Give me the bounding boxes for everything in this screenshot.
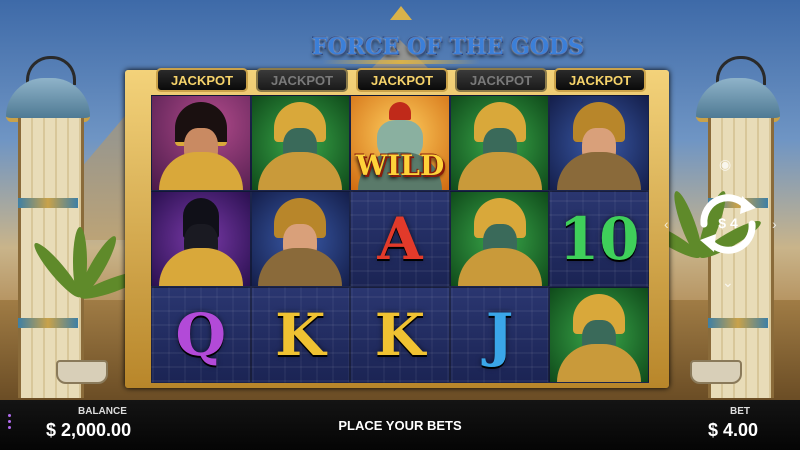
- symbol-letter-k: K: [250, 287, 351, 383]
- chevron-left-icon[interactable]: ‹: [664, 216, 669, 232]
- symbol-warrior-woman: [250, 191, 351, 287]
- symbol-letter-q: Q: [151, 287, 251, 383]
- chevron-down-icon[interactable]: ⌄: [722, 274, 734, 291]
- letter-10: 10: [558, 205, 640, 273]
- game-logo: FORCE OF THE GODS: [312, 6, 584, 64]
- jackpot-2[interactable]: JACKPOT: [256, 68, 348, 92]
- autoplay-count: $ 4: [718, 215, 738, 231]
- letter-q: Q: [175, 301, 227, 369]
- symbol-green-god: [250, 95, 351, 191]
- symbol-ten: 10: [549, 191, 649, 287]
- symbol-falcon-wild: WILD: [350, 95, 450, 191]
- letter-k: K: [374, 301, 426, 369]
- symbol-green-god: [449, 191, 550, 287]
- left-pillar: [6, 56, 90, 398]
- reel-grid: WILD A 10 Q K K J: [151, 95, 649, 383]
- symbol-warrior-woman: [549, 95, 649, 191]
- symbol-letter-k: K: [350, 287, 450, 383]
- symbol-letter-j: J: [449, 287, 550, 383]
- letter-j: J: [485, 301, 514, 369]
- symbol-anubis: [151, 191, 251, 287]
- symbol-queen: [151, 95, 251, 191]
- symbol-green-god: [449, 95, 550, 191]
- jackpot-5[interactable]: JACKPOT: [554, 68, 646, 92]
- menu-icon[interactable]: [8, 414, 12, 432]
- balance-label: BALANCE: [78, 406, 127, 417]
- symbol-green-god: [549, 287, 649, 383]
- status-text: PLACE YOUR BETS: [338, 418, 462, 433]
- symbol-letter-a: A: [350, 191, 450, 287]
- spin-button[interactable]: $ 4: [690, 186, 766, 262]
- pyramid-logo-icon: [390, 6, 412, 20]
- bottom-bar: BALANCE $ 2,000.00 PLACE YOUR BETS BET $…: [0, 400, 800, 450]
- settings-small-icon[interactable]: ◉: [719, 156, 731, 173]
- bet-label: BET: [730, 406, 750, 417]
- logo-text: FORCE OF THE GODS: [312, 34, 584, 60]
- letter-k: K: [275, 301, 326, 369]
- bet-value[interactable]: $ 4.00: [708, 420, 758, 441]
- chevron-right-icon[interactable]: ›: [772, 216, 777, 232]
- jackpot-1[interactable]: JACKPOT: [156, 68, 248, 92]
- letter-a: A: [377, 205, 423, 273]
- jackpot-4[interactable]: JACKPOT: [455, 68, 547, 92]
- jackpot-3[interactable]: JACKPOT: [356, 68, 448, 92]
